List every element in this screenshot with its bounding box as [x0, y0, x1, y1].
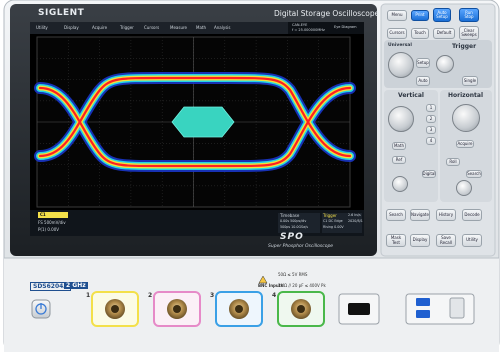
usb-port-blue-lower[interactable] [416, 310, 430, 318]
save-recall-button[interactable]: Save Recall [436, 234, 456, 247]
screen-status-1: CAN-EYE [292, 23, 308, 27]
channel-4-button[interactable]: 4 [426, 137, 436, 145]
channel-3-number: 3 [210, 292, 215, 299]
universal-knob[interactable] [388, 52, 414, 78]
menu-cursors[interactable]: Cursors [144, 25, 159, 30]
menu-button[interactable]: Menu [387, 10, 407, 21]
acquire-button[interactable]: Acquire [456, 140, 474, 148]
channel-1-bnc-input[interactable] [105, 299, 125, 319]
digital-button[interactable]: Digital [422, 170, 436, 178]
usb-port-blue-upper[interactable] [416, 298, 430, 306]
trigger-level-knob[interactable] [436, 55, 454, 73]
history-button[interactable]: History [436, 209, 456, 221]
decode-button[interactable]: Decode [462, 209, 482, 221]
horizontal-label: Horizontal [448, 92, 484, 99]
trigger-value-1: C1 DC Edge [323, 219, 343, 223]
default-button[interactable]: Default [433, 28, 455, 39]
menu-utility[interactable]: Utility [36, 25, 48, 30]
touch-button[interactable]: Touch [411, 28, 429, 39]
timebase-label: Timebase [280, 213, 300, 218]
print-button[interactable]: Print [411, 10, 429, 21]
mask-test-button[interactable]: Mask Test [386, 234, 406, 247]
channel-4-bnc-input[interactable] [291, 299, 311, 319]
trigger-value-2: Rising 0.00V [323, 225, 344, 229]
screen-status-2: f = 25.000000MHz [292, 28, 325, 32]
cursors-button[interactable]: Cursors [387, 28, 407, 39]
brand-logo: SIGLENT [38, 8, 85, 18]
horizontal-scale-knob[interactable] [452, 104, 480, 132]
timebase-value-1: 0.00s 500ps/div [280, 219, 307, 223]
run-stop-button[interactable]: Run Stop [459, 8, 479, 22]
channel-3-bnc-input[interactable] [229, 299, 249, 319]
math-button[interactable]: Math [392, 142, 406, 150]
universal-label: Universal [388, 43, 412, 48]
menu-measure[interactable]: Measure [170, 25, 187, 30]
menu-math[interactable]: Math [196, 25, 206, 30]
channel-1-number: 1 [86, 292, 91, 299]
usb-port-front[interactable] [348, 303, 370, 315]
search-small-button[interactable]: Search [466, 170, 482, 178]
screen-status-3: Eye Diagram [334, 25, 357, 29]
bandwidth-label: 2 GHz [64, 282, 88, 289]
channel-scale: FS 500mV/div [38, 220, 66, 225]
channel-2-button[interactable]: 2 [426, 115, 436, 123]
mask-region [171, 106, 235, 138]
navigate-button[interactable]: Navigate [410, 209, 430, 221]
channel-1-button[interactable]: 1 [426, 104, 436, 112]
channel-offset: P(1) 0.00V [38, 227, 59, 232]
power-button[interactable] [32, 300, 50, 318]
menu-analysis[interactable]: Analysis [214, 25, 230, 30]
vertical-label: Vertical [398, 92, 424, 99]
trigger-label: Trigger [323, 213, 337, 218]
channel-4-number: 4 [272, 292, 277, 299]
search-button[interactable]: Search [386, 209, 406, 221]
timebase-value-2: 500ps 10.0GSa/s [280, 225, 308, 229]
channel-2-bnc-input[interactable] [167, 299, 187, 319]
ref-button[interactable]: Ref [392, 156, 406, 164]
trigger-setup-button[interactable]: Setup [416, 58, 430, 68]
utility-button[interactable]: Utility [462, 234, 482, 247]
menu-acquire[interactable]: Acquire [92, 25, 107, 30]
trigger-auto-button[interactable]: Auto [416, 76, 430, 86]
display-button[interactable]: Display [410, 234, 430, 247]
vertical-position-knob[interactable] [392, 176, 408, 192]
auto-setup-button[interactable]: Auto Setup [433, 8, 451, 22]
horizontal-position-knob[interactable] [456, 180, 472, 196]
menu-display[interactable]: Display [64, 25, 79, 30]
vertical-scale-knob[interactable] [388, 106, 414, 132]
date-readout: 2020/8/1 [348, 219, 363, 223]
clear-sweeps-button[interactable]: Clear Sweeps [459, 26, 479, 40]
spo-logo: SPO [280, 232, 304, 242]
channel-badge: C1 [40, 212, 46, 217]
trigger-single-button[interactable]: Single [462, 76, 478, 86]
input-rating-3: 1MΩ // 20 pF ≤ 400V Pk [278, 283, 326, 288]
channel-3-button[interactable]: 3 [426, 126, 436, 134]
sample-rate: 2.6 ks/s [348, 213, 361, 217]
menu-trigger[interactable]: Trigger [120, 25, 134, 30]
spo-subtitle: Super Phosphor Oscilloscope [268, 244, 334, 249]
channel-2-number: 2 [148, 292, 153, 299]
trigger-section-label: Trigger [452, 43, 477, 50]
product-title: Digital Storage Oscilloscope [274, 9, 380, 18]
input-rating-1: 50Ω ≤ 5V RMS [278, 272, 308, 277]
roll-button[interactable]: Roll [446, 158, 460, 166]
